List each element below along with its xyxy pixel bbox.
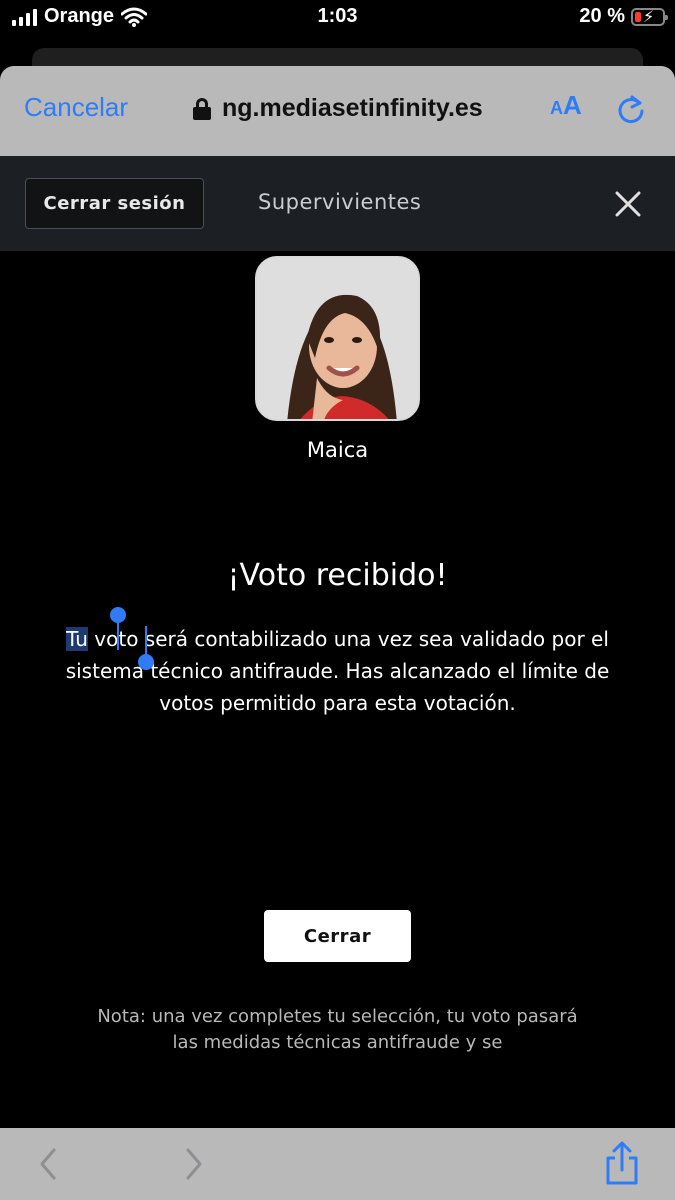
selection-handle-start-line (117, 620, 119, 650)
selection-handle-end-line (145, 626, 147, 656)
note-text: Nota: una vez completes tu selección, tu… (97, 1006, 578, 1053)
confirmation-heading: ¡Voto recibido! (227, 558, 448, 593)
selection-handle-start[interactable] (110, 607, 126, 623)
site-header: Cerrar sesión Supervivientes (0, 156, 675, 251)
status-right: 20 % ⚡ (579, 5, 668, 28)
confirmation-message-text: voto será contabilizado una vez sea vali… (65, 627, 610, 715)
close-icon[interactable] (612, 188, 644, 220)
logout-button[interactable]: Cerrar sesión (25, 178, 204, 229)
contestant-name: Maica (306, 438, 369, 462)
selection-handle-end[interactable] (138, 654, 154, 670)
clock: 1:03 (317, 5, 358, 27)
site-title: Supervivientes (258, 190, 422, 214)
text-size-large: A (563, 90, 582, 120)
battery-percentage: 20 % (579, 5, 625, 27)
lock-icon (192, 97, 212, 120)
address-field[interactable]: ng.mediasetinfinity.es (192, 94, 483, 123)
url-text: ng.mediasetinfinity.es (222, 94, 483, 122)
browser-toolbar (0, 1128, 675, 1200)
text-size-button[interactable]: AA (550, 90, 582, 121)
battery-icon: ⚡ (631, 7, 668, 26)
reload-icon[interactable] (615, 94, 647, 126)
selected-text[interactable]: Tu (66, 627, 88, 651)
confirmation-message: Tu voto será contabilizado una vez sea v… (60, 623, 615, 719)
url-bar: Cancelar ng.mediasetinfinity.es AA (0, 66, 675, 156)
cancel-button[interactable]: Cancelar (24, 92, 128, 123)
share-icon[interactable] (603, 1140, 641, 1186)
back-icon[interactable] (34, 1146, 62, 1182)
forward-icon[interactable] (180, 1146, 208, 1182)
contestant-avatar (255, 256, 420, 421)
status-bar: Orange 1:03 20 % ⚡ (0, 0, 675, 34)
text-size-small: A (550, 98, 563, 118)
close-button[interactable]: Cerrar (264, 910, 411, 962)
